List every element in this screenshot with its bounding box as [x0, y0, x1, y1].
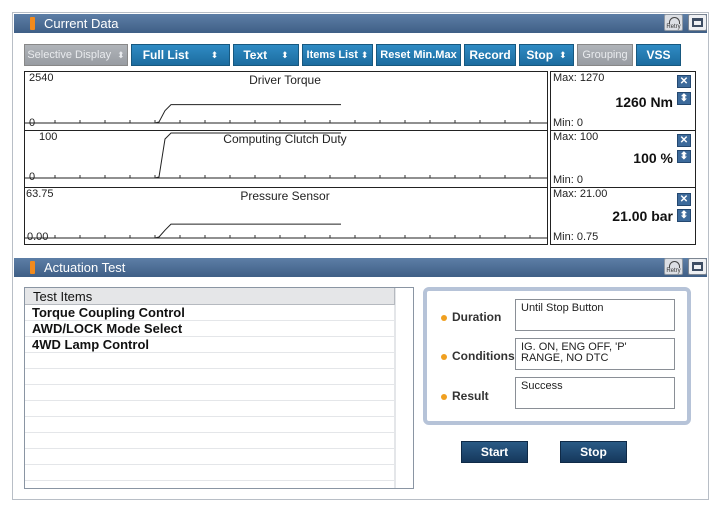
reset-min-max-button[interactable]: Reset Min.Max [376, 44, 461, 66]
list-item-empty [25, 369, 395, 385]
updown-arrow-icon: ⬍ [210, 49, 219, 60]
graph-title: Driver Torque [249, 73, 321, 87]
list-item-empty [25, 385, 395, 401]
min-readout: Min: 0.75 [553, 231, 599, 243]
list-item-empty [25, 465, 395, 481]
graph-axis-min: 0 [29, 117, 36, 129]
result-field: Success [515, 377, 675, 409]
selective-display-button[interactable]: Selective Display ⬍ [24, 44, 128, 66]
actuation-test-title: Actuation Test [44, 260, 126, 275]
list-item-empty [25, 417, 395, 433]
graph-panel-clutch-duty: 100 Computing Clutch Duty 0 [24, 130, 548, 188]
max-readout: Max: 21.00 [553, 188, 608, 200]
current-value: 21.00 bar [612, 208, 673, 224]
title-marker-icon [30, 261, 35, 274]
bullet-icon [441, 393, 447, 400]
max-readout: Max: 100 [553, 131, 599, 143]
close-icon[interactable]: ✕ [677, 75, 691, 88]
start-button[interactable]: Start [461, 441, 528, 463]
graph-axis-min: 0 [29, 171, 36, 183]
duration-label: Duration [441, 310, 501, 324]
current-value: 100 % [633, 150, 673, 166]
stop-button[interactable]: Stop [560, 441, 627, 463]
test-info-panel: Duration Until Stop Button Conditions IG… [423, 287, 691, 425]
bullet-icon [441, 353, 447, 360]
list-header: Test Items [25, 288, 395, 305]
graph-trace-driver-torque [25, 104, 341, 124]
graph-title: Pressure Sensor [240, 189, 330, 203]
current-data-titlebar: Current Data Retry [14, 14, 707, 33]
updown-arrow-icon: ⬍ [559, 49, 567, 60]
max-readout: Max: 1270 [553, 72, 605, 84]
graph-panel-driver-torque: 2540 Driver Torque 0 [24, 71, 548, 131]
min-readout: Min: 0 [553, 174, 583, 186]
actuation-test-titlebar: Actuation Test Retry [14, 258, 707, 277]
list-scrollbar[interactable] [395, 288, 413, 488]
list-item-empty [25, 449, 395, 465]
list-item[interactable]: 4WD Lamp Control [25, 337, 395, 353]
updown-arrow-icon: ⬍ [281, 49, 289, 60]
retry-icon[interactable]: Retry [664, 14, 683, 31]
conditions-field: IG. ON, ENG OFF, 'P' RANGE, NO DTC [515, 338, 675, 370]
stop-dropdown-button[interactable]: Stop ⬍ [519, 44, 574, 66]
duration-field: Until Stop Button [515, 299, 675, 331]
value-panel-driver-torque: Max: 1270 1260 Nm Min: 0 ✕ ⬍ [550, 71, 696, 131]
graph-panel-pressure-sensor: 63.75 Pressure Sensor 0.00 [24, 187, 548, 245]
grouping-button[interactable]: Grouping [577, 44, 633, 66]
updown-arrow-icon[interactable]: ⬍ [677, 150, 691, 163]
graph-area: 2540 Driver Torque 0 Max: 1270 1260 Nm M… [24, 71, 696, 247]
close-icon[interactable]: ✕ [677, 134, 691, 147]
graph-axis-min: 0.00 [27, 231, 49, 243]
title-marker-icon [30, 17, 35, 30]
graph-title: Computing Clutch Duty [223, 132, 347, 146]
list-item[interactable]: AWD/LOCK Mode Select [25, 321, 395, 337]
updown-arrow-icon[interactable]: ⬍ [677, 92, 691, 105]
items-list-button[interactable]: Items List ⬍ [302, 44, 373, 66]
close-icon[interactable]: ✕ [677, 193, 691, 206]
bullet-icon [441, 314, 447, 321]
updown-arrow-icon[interactable]: ⬍ [677, 209, 691, 222]
value-panel-clutch-duty: Max: 100 100 % Min: 0 ✕ ⬍ [550, 130, 696, 188]
text-button[interactable]: Text ⬍ [233, 44, 299, 66]
retry-icon[interactable]: Retry [664, 258, 683, 275]
conditions-label: Conditions [441, 349, 515, 363]
list-item-empty [25, 353, 395, 369]
current-data-title: Current Data [44, 16, 119, 31]
vss-button[interactable]: VSS [636, 44, 681, 66]
current-value: 1260 Nm [615, 94, 673, 110]
full-list-button[interactable]: Full List ⬍ [131, 44, 230, 66]
test-items-list: Test Items Torque Coupling Control AWD/L… [24, 287, 414, 489]
result-label: Result [441, 389, 489, 403]
list-item-empty [25, 433, 395, 449]
window-restore-icon[interactable] [688, 14, 707, 31]
record-button[interactable]: Record [464, 44, 516, 66]
updown-arrow-icon: ⬍ [360, 49, 369, 60]
window-restore-icon[interactable] [688, 258, 707, 275]
current-data-toolbar: Selective Display ⬍ Full List ⬍ Text ⬍ Item… [24, 44, 681, 66]
list-item-empty [25, 401, 395, 417]
min-readout: Min: 0 [553, 117, 583, 129]
list-item[interactable]: Torque Coupling Control [25, 305, 395, 321]
updown-arrow-icon: ⬍ [117, 49, 125, 60]
graph-trace-pressure-sensor [25, 223, 341, 239]
value-panel-pressure-sensor: Max: 21.00 21.00 bar Min: 0.75 ✕ ⬍ [550, 187, 696, 245]
list-item-empty [25, 481, 395, 488]
